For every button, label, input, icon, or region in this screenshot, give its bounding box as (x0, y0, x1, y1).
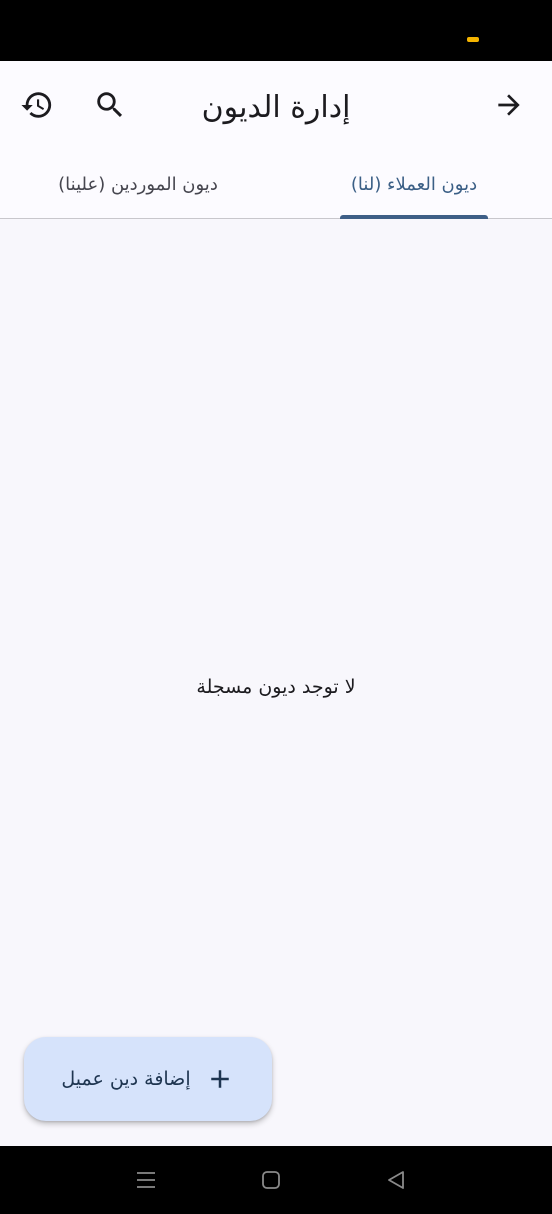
history-icon (21, 92, 52, 118)
square-home-icon (262, 1171, 280, 1189)
status-indicator-icon (467, 37, 479, 42)
plus-icon (210, 1070, 229, 1088)
recents-button[interactable] (130, 1164, 162, 1196)
system-navigation-bar (0, 1146, 552, 1214)
history-button[interactable] (13, 81, 61, 129)
page-title: إدارة الديون (201, 89, 351, 125)
tab-label: ديون الموردين (علينا) (58, 173, 218, 195)
status-bar (0, 0, 552, 61)
add-customer-debt-button[interactable]: إضافة دين عميل (24, 1037, 272, 1121)
home-button[interactable] (255, 1164, 287, 1196)
triangle-back-icon (388, 1171, 404, 1189)
app-bar: إدارة الديون (0, 61, 552, 151)
tab-bar: ديون العملاء (لنا) ديون الموردين (علينا) (0, 151, 552, 219)
search-icon (97, 92, 123, 118)
back-button[interactable] (485, 81, 533, 129)
tab-indicator (340, 215, 488, 219)
menu-lines-icon (137, 1172, 155, 1188)
search-button[interactable] (86, 81, 134, 129)
tab-label: ديون العملاء (لنا) (350, 173, 478, 195)
arrow-forward-icon (498, 94, 520, 116)
fab-label: إضافة دين عميل (61, 1068, 191, 1090)
empty-state-message: لا توجد ديون مسجلة (196, 676, 356, 698)
tab-supplier-debts[interactable]: ديون الموردين (علينا) (0, 151, 276, 217)
system-back-button[interactable] (380, 1164, 412, 1196)
tab-customer-debts[interactable]: ديون العملاء (لنا) (276, 151, 552, 217)
